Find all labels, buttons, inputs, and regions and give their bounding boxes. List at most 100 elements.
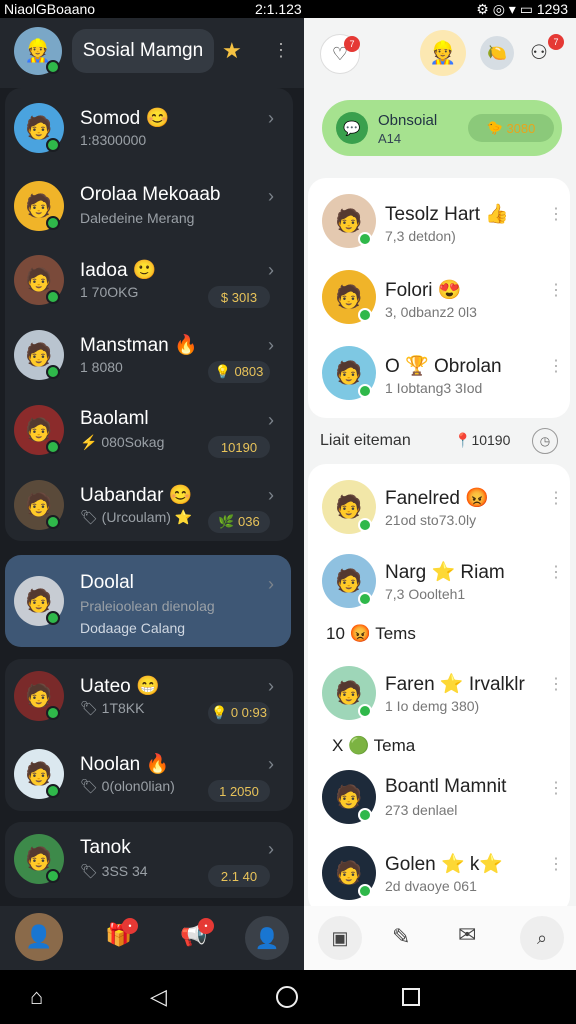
contact-sub: 🏷 0(olon0lian): [80, 778, 175, 794]
promo-button[interactable]: 🐤 3080: [468, 114, 554, 142]
contact-item[interactable]: 🧑 Golen ⭐ k⭐ 2d dvaoye 061 ⋮: [304, 838, 576, 916]
more-icon[interactable]: ⋮: [548, 356, 564, 376]
contact-item[interactable]: 🧑 Boantl Mamnit 273 denlael ⋮: [304, 762, 576, 840]
section-label: 10 😡 Tems: [326, 624, 416, 643]
more-icon[interactable]: ⋮: [548, 488, 564, 508]
notification-badge: 7: [344, 36, 360, 52]
more-icon[interactable]: ⋮: [272, 40, 290, 61]
online-icon: [358, 232, 372, 246]
chevron-right-icon: ›: [268, 839, 274, 859]
globe-icon[interactable]: 🍋: [480, 36, 514, 70]
online-icon: [46, 706, 60, 720]
mail-icon[interactable]: ✉: [458, 922, 476, 948]
more-icon[interactable]: ⋮: [548, 562, 564, 582]
chat-list-item[interactable]: 🧑 Orolaa Mekoaab Daledeine Merang ›: [0, 168, 304, 243]
online-icon: [358, 704, 372, 718]
chevron-right-icon: ›: [268, 676, 274, 696]
recents-icon[interactable]: [402, 988, 420, 1006]
online-icon: [358, 808, 372, 822]
contact-name: Folori 😍: [385, 280, 462, 301]
contact-name: Tanok: [80, 837, 131, 858]
count-pill: 💡 0803: [208, 361, 270, 383]
home-icon[interactable]: ⌂: [30, 984, 43, 1010]
status-time: 2:1.123: [255, 1, 302, 17]
top-contact-item[interactable]: 🧑 Tesolz Hart 👍 7,3 detdon) ⋮: [304, 186, 576, 264]
online-icon: [46, 440, 60, 454]
contact-item[interactable]: 🧑 Narg ⭐ Riam 7,3 Ooolteh1 ⋮: [304, 546, 576, 624]
left-panel: 👷 Sosial Mamgn ★ ⋮ 🧑 Somod 😊 1:8300000 › 🧑 Or…: [0, 18, 304, 970]
right-bottom-bar: ▣ ✎ ✉ ⌕: [304, 906, 576, 970]
chevron-right-icon: ›: [268, 108, 274, 128]
contact-sub: 🏷 (Urcoulam) ⭐: [80, 509, 193, 525]
more-icon[interactable]: ⋮: [548, 204, 564, 224]
chevron-right-icon: ›: [268, 260, 274, 280]
contact-sub: ⚡ 080Sokag: [80, 434, 165, 450]
chevron-right-icon: ›: [268, 574, 274, 594]
chat-list-item[interactable]: 🧑 Doolal Praleioolean dienolag Dodaage Cal…: [0, 563, 304, 638]
online-icon: [46, 138, 60, 152]
top-contact-item[interactable]: 🧑 O 🏆 Obrolan 1 Iobtang3 3Iod ⋮: [304, 338, 576, 416]
chat-list-item[interactable]: 🧑 Somod 😊 1:8300000 ›: [0, 90, 304, 165]
contact-name: Doolal: [80, 572, 134, 593]
online-icon: [46, 515, 60, 529]
contact-name: Uabandar 😊: [80, 485, 193, 506]
chat-list-item[interactable]: 🧑 Tanok 🏷 3SS 34 › 2.1 40: [0, 821, 304, 896]
notification-badge: •: [198, 918, 214, 934]
contact-name: Baolaml: [80, 408, 149, 429]
user-avatar[interactable]: 👷: [420, 30, 466, 76]
status-app-name: NiaolGBoaano: [4, 1, 96, 17]
right-panel: ♡ 7 👷 🍋 ⚇ 7 💬 Obnsoial A14 🐤 3080 Liait …: [304, 18, 576, 970]
contact-name: Faren ⭐ Irvalklr: [385, 674, 525, 695]
chevron-right-icon: ›: [268, 754, 274, 774]
more-icon[interactable]: ⋮: [548, 280, 564, 300]
section-label: X 🟢 Tema: [332, 736, 416, 755]
contact-item[interactable]: 🧑 Faren ⭐ Irvalklr 1 Io demg 380) ⋮: [304, 658, 576, 736]
chat-list-item[interactable]: 🧑 Uabandar 😊 🏷 (Urcoulam) ⭐ › 🌿 036: [0, 467, 304, 542]
more-icon[interactable]: ⋮: [548, 854, 564, 874]
user-avatar[interactable]: 👤: [15, 913, 63, 961]
chevron-right-icon: ›: [268, 410, 274, 430]
contact-name: Uateo 😁: [80, 676, 160, 697]
contact-sub: 3, 0dbanz2 0l3: [385, 304, 477, 320]
square-icon[interactable]: ▣: [318, 916, 362, 960]
chat-list-item[interactable]: 🧑 Baolaml ⚡ 080Sokag › 10190: [0, 392, 304, 467]
back-icon[interactable]: ◁: [150, 984, 167, 1010]
contact-name: Narg ⭐ Riam: [385, 562, 505, 583]
people-icon[interactable]: ⚇: [530, 40, 548, 65]
contact-item[interactable]: 🧑 Fanelred 😡 21od sto73.0ly ⋮: [304, 472, 576, 550]
profile-icon[interactable]: 👤: [245, 916, 289, 960]
contact-sub: 1 8080: [80, 359, 123, 375]
home-circle-icon[interactable]: [276, 986, 298, 1008]
online-icon: [358, 308, 372, 322]
count-pill: 💡 0 0:93: [208, 702, 270, 724]
count-pill: 🌿 036: [208, 511, 270, 533]
contact-sub: 273 denlael: [385, 802, 458, 818]
top-contact-item[interactable]: 🧑 Folori 😍 3, 0dbanz2 0l3 ⋮: [304, 262, 576, 340]
online-icon: [46, 784, 60, 798]
star-icon[interactable]: ★: [222, 38, 242, 64]
chat-list-item[interactable]: 🧑 Iadoa 🙂 1 70OKG › $ 30I3: [0, 242, 304, 317]
more-icon[interactable]: ⋮: [548, 674, 564, 694]
contact-sub: 21od sto73.0ly: [385, 512, 477, 528]
system-nav-bar: ⌂ ◁: [0, 970, 576, 1024]
contact-name: Somod 😊: [80, 108, 170, 129]
count-pill: $ 30I3: [208, 286, 270, 308]
contact-sub2: Dodaage Calang: [80, 620, 186, 636]
online-icon: [358, 884, 372, 898]
contact-sub: 1:8300000: [80, 132, 147, 148]
section-title: Liait eiteman: [320, 432, 411, 449]
contact-sub: Praleioolean dienolag: [80, 598, 215, 614]
chat-list-item[interactable]: 🧑 Noolan 🔥 🏷 0(olon0lian) › 1 2050: [0, 736, 304, 811]
search-icon[interactable]: ⌕: [520, 916, 564, 960]
pen-icon[interactable]: ✎: [392, 924, 410, 950]
more-icon[interactable]: ⋮: [548, 778, 564, 798]
contact-sub: Daledeine Merang: [80, 210, 195, 226]
chat-list-item[interactable]: 🧑 Uateo 😁 🏷 1T8KK › 💡 0 0:93: [0, 658, 304, 733]
promo-card[interactable]: 💬 Obnsoial A14 🐤 3080: [322, 100, 562, 156]
clock-icon[interactable]: ◷: [532, 428, 558, 454]
online-icon: [358, 518, 372, 532]
chat-list-item[interactable]: 🧑 Manstman 🔥 1 8080 › 💡 0803: [0, 317, 304, 392]
status-battery: ⚙ ◎ ▾ ▭ 1293: [476, 1, 568, 17]
promo-title: Obnsoial: [378, 112, 438, 129]
count-pill: 2.1 40: [208, 865, 270, 887]
